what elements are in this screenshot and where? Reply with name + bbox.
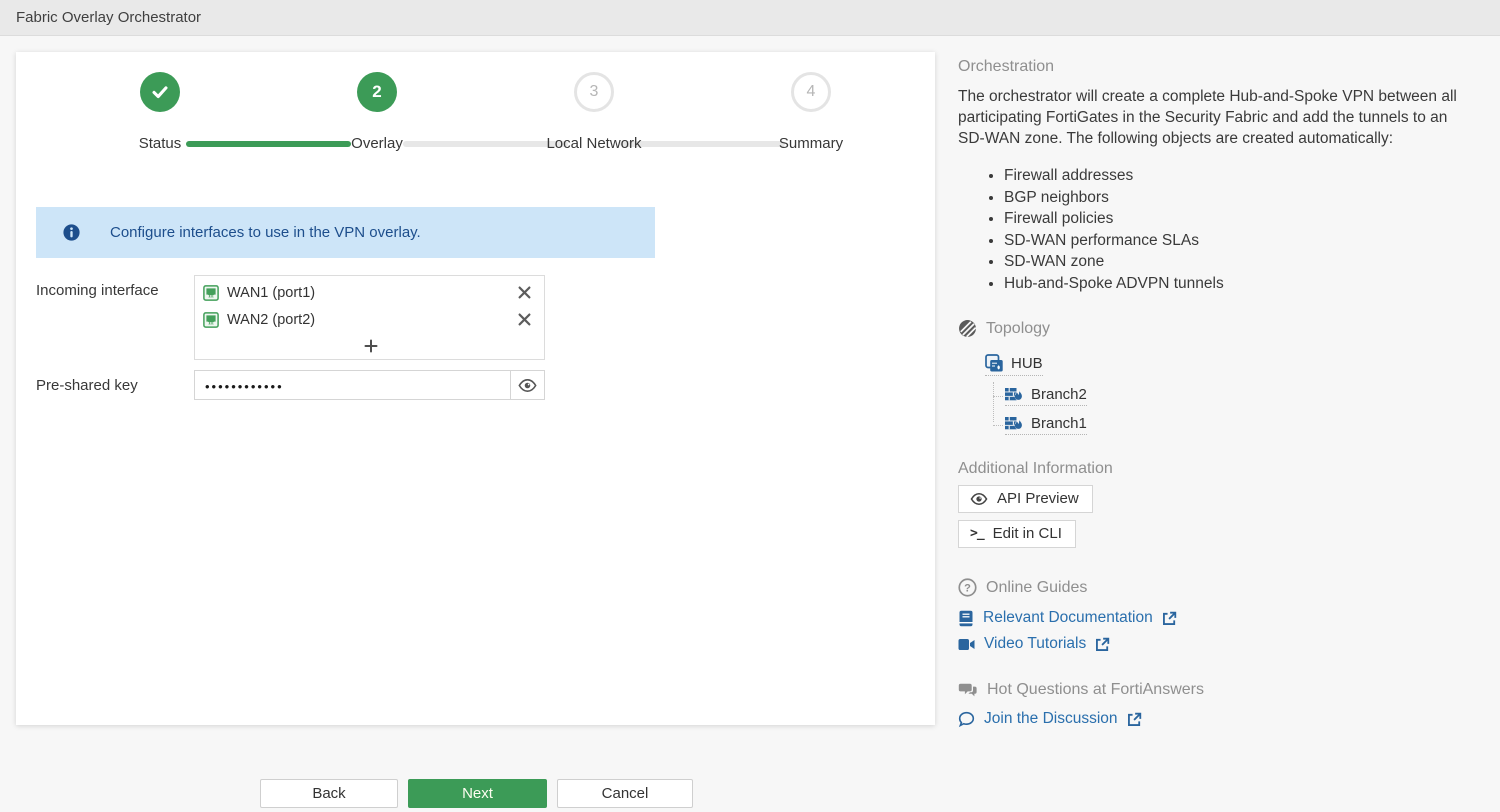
list-item: SD-WAN performance SLAs: [1004, 230, 1483, 252]
edit-in-cli-button[interactable]: >_ Edit in CLI: [958, 520, 1076, 548]
tree-connector-stub: [993, 396, 1003, 397]
list-item: Firewall policies: [1004, 208, 1483, 230]
topology-node-hub[interactable]: HUB: [985, 354, 1043, 376]
cli-icon: >_: [970, 526, 984, 541]
incoming-interface-list: WAN1 (port1) WAN2 (port2): [194, 275, 545, 360]
question-circle-icon: ?: [958, 578, 977, 597]
step-3-label: Local Network: [504, 135, 684, 152]
list-item: Firewall addresses: [1004, 165, 1483, 187]
list-item: Hub-and-Spoke ADVPN tunnels: [1004, 273, 1483, 295]
link-label: Join the Discussion: [984, 710, 1118, 728]
next-button[interactable]: Next: [408, 779, 547, 808]
pre-shared-key-label: Pre-shared key: [36, 377, 138, 394]
remove-interface-icon[interactable]: [518, 286, 538, 299]
online-guides-heading: Online Guides: [986, 579, 1087, 597]
topology-node-branch1[interactable]: Branch1: [1005, 415, 1087, 435]
list-item: SD-WAN zone: [1004, 251, 1483, 273]
step-number: 3: [590, 83, 599, 101]
step-4-label: Summary: [721, 135, 901, 152]
edit-in-cli-label: Edit in CLI: [993, 525, 1062, 542]
step-2-label: Overlay: [287, 135, 467, 152]
ethernet-port-icon: [203, 285, 219, 301]
link-label: Relevant Documentation: [983, 609, 1153, 627]
api-preview-button[interactable]: API Preview: [958, 485, 1093, 513]
external-link-icon: [1095, 637, 1110, 652]
fortianswers-heading: Hot Questions at FortiAnswers: [987, 681, 1204, 699]
plus-icon: [364, 339, 378, 353]
app-header: Fabric Overlay Orchestrator: [0, 0, 1500, 36]
interface-entry[interactable]: WAN1 (port1): [203, 279, 538, 306]
video-tutorials-link[interactable]: Video Tutorials: [958, 635, 1483, 653]
step-3-local-network-circle[interactable]: 3: [574, 72, 614, 112]
api-preview-label: API Preview: [997, 490, 1079, 507]
info-banner: Configure interfaces to use in the VPN o…: [36, 207, 655, 258]
hub-device-icon: [985, 354, 1004, 373]
interface-entry[interactable]: WAN2 (port2): [203, 306, 538, 333]
created-objects-list: Firewall addresses BGP neighbors Firewal…: [958, 165, 1483, 294]
eye-icon: [518, 379, 537, 392]
step-4-summary-circle[interactable]: 4: [791, 72, 831, 112]
online-guides-section-header: ? Online Guides: [958, 578, 1483, 597]
tree-connector-stub: [993, 425, 1003, 426]
pre-shared-key-input[interactable]: ••••••••••••: [194, 370, 511, 400]
step-number: 4: [807, 83, 816, 101]
fabric-overlay-orchestrator-page: Fabric Overlay Orchestrator 2 3 4 Status: [0, 0, 1500, 812]
eye-icon: [970, 493, 988, 505]
tree-connector-line: [993, 382, 994, 422]
info-banner-text: Configure interfaces to use in the VPN o…: [110, 224, 421, 241]
link-label: Video Tutorials: [984, 635, 1086, 653]
chat-bubbles-icon: [958, 683, 978, 698]
topology-section-header: Topology: [958, 319, 1483, 338]
svg-text:?: ?: [964, 583, 971, 595]
fortianswers-section-header: Hot Questions at FortiAnswers: [958, 681, 1483, 699]
step-number: 2: [372, 82, 381, 102]
step-1-status-circle[interactable]: [140, 72, 180, 112]
join-discussion-link[interactable]: Join the Discussion: [958, 710, 1483, 728]
cancel-button[interactable]: Cancel: [557, 779, 693, 808]
ethernet-port-icon: [203, 312, 219, 328]
external-link-icon: [1127, 712, 1142, 727]
firewall-device-icon: [1005, 387, 1024, 402]
external-link-icon: [1162, 611, 1177, 626]
toggle-password-visibility-button[interactable]: [510, 370, 545, 400]
fabric-topology-icon: [958, 319, 977, 338]
topology-heading: Topology: [986, 320, 1050, 338]
remove-interface-icon[interactable]: [518, 313, 538, 326]
help-sidebar: Orchestration The orchestrator will crea…: [958, 52, 1483, 728]
book-icon: [958, 610, 974, 627]
additional-information-heading: Additional Information: [958, 460, 1483, 478]
check-icon: [149, 81, 171, 103]
orchestration-heading: Orchestration: [958, 58, 1483, 76]
speech-bubble-icon: [958, 711, 975, 728]
list-item: BGP neighbors: [1004, 187, 1483, 209]
video-camera-icon: [958, 638, 975, 651]
topology-node-label: HUB: [1011, 355, 1043, 372]
topology-node-label: Branch2: [1031, 386, 1087, 403]
wizard-card: 2 3 4 Status Overlay Local Network Summa…: [16, 52, 935, 725]
info-icon: [63, 224, 80, 241]
topology-node-branch2[interactable]: Branch2: [1005, 386, 1087, 406]
page-title: Fabric Overlay Orchestrator: [16, 9, 201, 26]
incoming-interface-label: Incoming interface: [36, 282, 159, 299]
relevant-documentation-link[interactable]: Relevant Documentation: [958, 609, 1483, 627]
back-button[interactable]: Back: [260, 779, 398, 808]
firewall-device-icon: [1005, 416, 1024, 431]
interface-name: WAN2 (port2): [227, 312, 518, 328]
topology-tree: HUB Branch2: [985, 354, 1483, 436]
add-interface-button[interactable]: [203, 333, 538, 358]
topology-node-label: Branch1: [1031, 415, 1087, 432]
interface-name: WAN1 (port1): [227, 285, 518, 301]
step-1-label: Status: [70, 135, 250, 152]
orchestration-description: The orchestrator will create a complete …: [958, 86, 1470, 149]
step-2-overlay-circle[interactable]: 2: [357, 72, 397, 112]
